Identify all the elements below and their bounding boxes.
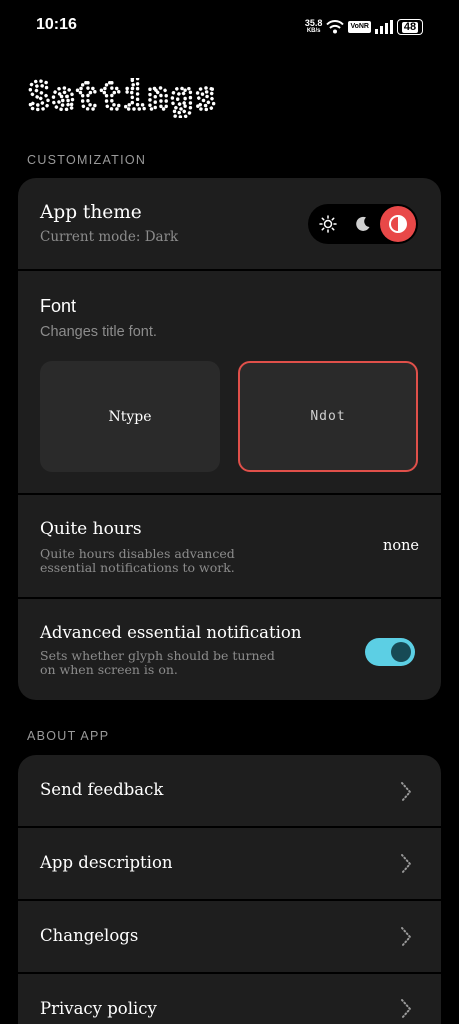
battery-level: 48 (401, 20, 419, 33)
font-row: Font Changes title font. Ntype Ndot (18, 271, 441, 493)
network-speed-unit: KB/s (306, 28, 321, 34)
font-title: Font (40, 296, 77, 316)
quiet-hours-value: none (383, 538, 419, 554)
sun-icon (319, 215, 337, 233)
section-label-customization: CUSTOMIZATION (27, 153, 147, 167)
battery-icon: 48 (397, 19, 423, 35)
advanced-notification-title: Advanced essential notification (40, 623, 302, 642)
signal-icon (375, 20, 393, 34)
section-label-about: ABOUT APP (27, 729, 110, 743)
svg-text:Settings: Settings (28, 78, 218, 118)
quiet-hours-subtitle-line2: essential notifications to work. (40, 560, 235, 575)
about-item-label: Privacy policy (40, 999, 157, 1018)
theme-system-button[interactable] (380, 206, 416, 242)
theme-dark-button[interactable] (345, 204, 381, 244)
status-bar: 10:16 35.8 KB/s VoNR 48 (0, 0, 459, 52)
chevron-right-icon (401, 782, 412, 802)
advanced-notification-toggle[interactable] (365, 638, 415, 666)
theme-switch[interactable] (308, 204, 418, 244)
contrast-icon (389, 215, 407, 233)
quiet-hours-row[interactable]: Quite hours Quite hours disables advance… (18, 495, 441, 597)
app-theme-subtitle: Current mode: Dark (40, 229, 179, 245)
quiet-hours-title: Quite hours (40, 519, 142, 539)
about-item-label: App description (40, 853, 173, 872)
network-speed-value: 35.8 (304, 18, 323, 28)
customization-card: App theme Current mode: Dark Font Change… (18, 178, 441, 700)
advanced-notification-subtitle-line2: on when screen is on. (40, 662, 178, 677)
about-card: Send feedback App description Changelogs… (18, 755, 441, 1024)
advanced-notification-row: Advanced essential notification Sets whe… (18, 599, 441, 700)
network-speed: 35.8 KB/s (305, 19, 323, 35)
chevron-right-icon (401, 854, 412, 874)
about-item-label: Send feedback (40, 780, 164, 799)
toggle-knob (391, 642, 411, 662)
theme-light-button[interactable] (310, 204, 346, 244)
about-item-changelogs[interactable]: Changelogs (18, 901, 441, 972)
page-title: Settings (26, 73, 228, 123)
font-option-ntype[interactable]: Ntype (40, 361, 220, 472)
wifi-icon (326, 20, 345, 34)
about-item-label: Changelogs (40, 926, 139, 945)
page-title-text: Settings (26, 73, 218, 119)
quiet-hours-subtitle-line1: Quite hours disables advanced (40, 546, 235, 561)
about-item-send-feedback[interactable]: Send feedback (18, 755, 441, 826)
chevron-right-icon (401, 927, 412, 947)
chevron-right-icon (401, 999, 412, 1019)
font-subtitle: Changes title font. (40, 324, 157, 340)
advanced-notification-subtitle-line1: Sets whether glyph should be turned (40, 648, 275, 663)
status-icons: 35.8 KB/s VoNR 48 (305, 17, 423, 37)
moon-icon (356, 216, 370, 231)
status-time: 10:16 (36, 16, 77, 33)
font-option-ndot[interactable]: Ndot (238, 361, 418, 472)
about-item-privacy-policy[interactable]: Privacy policy (18, 974, 441, 1024)
app-theme-title: App theme (40, 202, 142, 223)
about-item-app-description[interactable]: App description (18, 828, 441, 899)
vonr-badge: VoNR (348, 21, 371, 33)
